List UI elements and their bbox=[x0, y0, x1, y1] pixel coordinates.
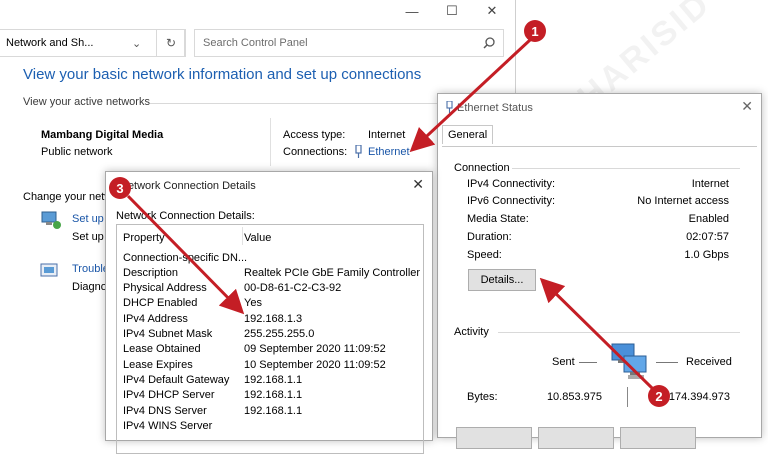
annotation-marker-2: 2 bbox=[648, 385, 670, 407]
annotation-marker-3: 3 bbox=[109, 177, 131, 199]
annotation-marker-1: 1 bbox=[524, 20, 546, 42]
annotation-arrows bbox=[126, 38, 654, 390]
